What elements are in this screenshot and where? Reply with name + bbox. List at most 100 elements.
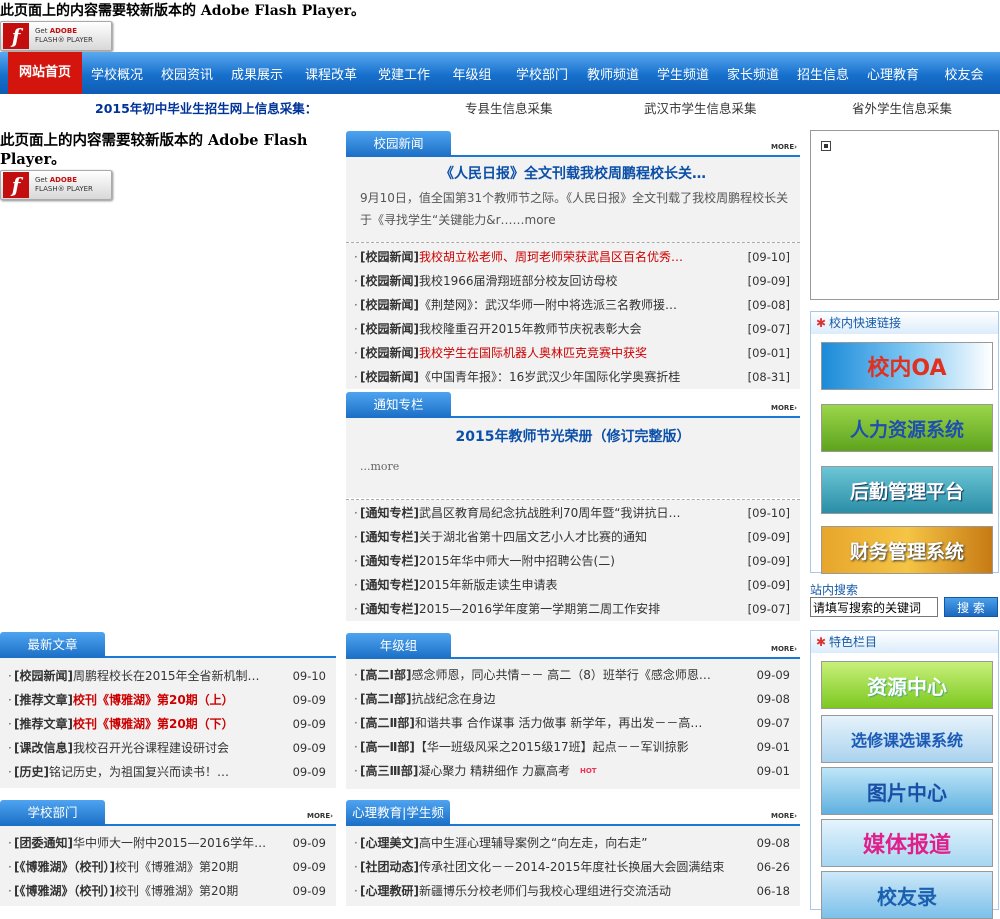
list-item[interactable]: · [心理教研]新疆博乐分校老师们与我校心理组进行交流活动 06-18: [346, 879, 800, 903]
banner-resource-center[interactable]: 资源中心: [821, 661, 993, 709]
list-item[interactable]: · [通知专栏]2015年新版走读生申请表 [09-09]: [346, 573, 800, 597]
item-title[interactable]: 【华一班级风采之2015级17班】起点－－军训掠影: [415, 740, 689, 754]
item-category[interactable]: [校园新闻]: [360, 322, 419, 336]
item-category[interactable]: [心理教研]: [360, 884, 419, 898]
item-title[interactable]: 2015年新版走读生申请表: [419, 578, 558, 592]
list-item[interactable]: · [高二Ⅰ部]感念师恩，同心共情－－ 高二（8）班举行《感念师恩… 09-09: [346, 663, 800, 687]
item-category[interactable]: [高二Ⅱ部]: [360, 716, 415, 730]
item-category[interactable]: [推荐文章]: [14, 693, 73, 707]
item-title[interactable]: 铭记历史，为祖国复兴而读书！…: [49, 765, 229, 779]
item-title[interactable]: 我校胡立松老师、周珂老师荣获武昌区百名优秀…: [419, 250, 683, 264]
item-title[interactable]: 我校召开光谷课程建设研讨会: [73, 741, 229, 755]
tab-notice[interactable]: 通知专栏: [346, 392, 451, 418]
list-item[interactable]: · [高二Ⅰ部]抗战纪念在身边 09-08: [346, 687, 800, 711]
item-category[interactable]: [社团动态]: [360, 860, 419, 874]
list-item[interactable]: · [历史]铭记历史，为祖国复兴而读书！… 09-09: [0, 760, 336, 784]
list-item[interactable]: · [校园新闻]我校1966届滑翔班部分校友回访母校 [09-09]: [346, 269, 800, 293]
item-title[interactable]: 和谐共事 合作谋事 活力做事 新学年，再出发－－高…: [415, 716, 702, 730]
item-category[interactable]: [心理美文]: [360, 836, 419, 850]
list-item[interactable]: · [校园新闻]《荆楚网》：武汉华师一附中将选派三名教师援… [09-08]: [346, 293, 800, 317]
nav-item-psychology[interactable]: 心理教育: [858, 64, 928, 83]
item-title[interactable]: 我校学生在国际机器人奥林匹克竞赛中获奖: [419, 346, 647, 360]
tab-departments[interactable]: 学校部门: [0, 800, 105, 826]
item-title[interactable]: 2015—2016学年度第一学期第二周工作安排: [419, 602, 660, 616]
item-title[interactable]: 校刊《博雅湖》第20期（下）: [73, 717, 234, 731]
item-category[interactable]: [推荐文章]: [14, 717, 73, 731]
nav-item-achievements[interactable]: 成果展示: [222, 64, 292, 83]
item-title[interactable]: 新疆博乐分校老师们与我校心理组进行交流活动: [419, 884, 671, 898]
item-category[interactable]: [通知专栏]: [360, 506, 419, 520]
nav-item-admissions[interactable]: 招生信息: [788, 64, 858, 83]
nav-item-departments[interactable]: 学校部门: [506, 64, 578, 83]
list-item[interactable]: · [校园新闻]我校隆重召开2015年教师节庆祝表彰大会 [09-07]: [346, 317, 800, 341]
item-category[interactable]: [校园新闻]: [360, 370, 419, 384]
list-item[interactable]: · [校园新闻]《中国青年报》：16岁武汉少年国际化学奥赛折桂 [08-31]: [346, 365, 800, 389]
item-category[interactable]: [通知专栏]: [360, 602, 419, 616]
item-category[interactable]: [通知专栏]: [360, 578, 419, 592]
item-category[interactable]: [校园新闻]: [360, 346, 419, 360]
list-item[interactable]: · [课改信息]我校召开光谷课程建设研讨会 09-09: [0, 736, 336, 760]
item-title[interactable]: 凝心聚力 精耕细作 力赢高考: [418, 764, 570, 778]
list-item[interactable]: · [推荐文章]校刊《博雅湖》第20期（上） 09-09: [0, 688, 336, 712]
info-link-county[interactable]: 专县生信息采集: [465, 98, 553, 117]
more-link[interactable]: MORE›: [771, 404, 797, 412]
item-title[interactable]: 关于湖北省第十四届文艺小人才比赛的通知: [419, 530, 647, 544]
notice-headline[interactable]: 2015年教师节光荣册（修订完整版）: [346, 426, 800, 446]
item-category[interactable]: [高二Ⅰ部]: [360, 668, 411, 682]
list-item[interactable]: · [《博雅湖》（校刊）]校刊《博雅湖》第20期 09-09: [0, 879, 336, 903]
item-title[interactable]: 高中生涯心理辅导案例之“向左走，向右走”: [419, 836, 647, 850]
more-link[interactable]: MORE›: [771, 143, 797, 151]
item-title[interactable]: 华中师大一附中2015—2016学年…: [73, 836, 266, 850]
banner-logistics[interactable]: 后勤管理平台: [821, 466, 993, 514]
banner-alumni[interactable]: 校友录: [821, 871, 993, 919]
list-item[interactable]: · [校园新闻]我校学生在国际机器人奥林匹克竞赛中获奖 [09-01]: [346, 341, 800, 365]
item-category[interactable]: [《博雅湖》（校刊）]: [14, 884, 115, 898]
featured-summary[interactable]: 9月10日，值全国第31个教师节之际。《人民日报》全文刊载了我校周鹏程校长关于《…: [346, 183, 800, 231]
list-item[interactable]: · [社团动态]传承社团文化－－2014-2015年度社长换届大会圆满结束 06-2…: [346, 855, 800, 879]
item-category[interactable]: [团委通知]: [14, 836, 73, 850]
item-category[interactable]: [校园新闻]: [360, 298, 419, 312]
item-title[interactable]: 我校隆重召开2015年教师节庆祝表彰大会: [419, 322, 642, 336]
list-item[interactable]: · [《博雅湖》（校刊）]校刊《博雅湖》第20期 09-09: [0, 855, 336, 879]
get-flash-button-left[interactable]: f Get ADOBE FLASH® PLAYER: [0, 170, 112, 200]
list-item[interactable]: · [高三Ⅲ部]凝心聚力 精耕细作 力赢高考 HOT 09-01: [346, 759, 800, 783]
nav-item-curriculum-reform[interactable]: 课程改革: [292, 64, 370, 83]
item-category[interactable]: [历史]: [14, 765, 49, 779]
list-item[interactable]: · [推荐文章]校刊《博雅湖》第20期（下） 09-09: [0, 712, 336, 736]
item-title[interactable]: 抗战纪念在身边: [411, 692, 495, 706]
banner-photo-center[interactable]: 图片中心: [821, 767, 993, 815]
banner-oa[interactable]: 校内OA: [821, 342, 993, 390]
info-link-outside-province[interactable]: 省外学生信息采集: [852, 98, 952, 117]
item-category[interactable]: [高二Ⅰ部]: [360, 692, 411, 706]
tab-latest[interactable]: 最新文章: [0, 632, 105, 658]
banner-elective-system[interactable]: 选修课选课系统: [821, 715, 993, 763]
list-item[interactable]: · [团委通知]华中师大一附中2015—2016学年… 09-09: [0, 831, 336, 855]
tab-psychology[interactable]: 心理教育|学生频道: [346, 800, 450, 846]
item-title[interactable]: 《荆楚网》：武汉华师一附中将选派三名教师援…: [419, 298, 677, 312]
more-link[interactable]: MORE›: [771, 812, 797, 820]
banner-finance[interactable]: 财务管理系统: [821, 526, 993, 574]
more-link[interactable]: MORE›: [307, 812, 333, 820]
item-title[interactable]: 《中国青年报》：16岁武汉少年国际化学奥赛折桂: [419, 370, 680, 384]
banner-media-reports[interactable]: 媒体报道: [821, 819, 993, 867]
nav-item-campus-news[interactable]: 校园资讯: [152, 64, 222, 83]
list-item[interactable]: · [通知专栏]2015年华中师大一附中招聘公告(二) [09-09]: [346, 549, 800, 573]
item-title[interactable]: 周鹏程校长在2015年全省新机制…: [73, 669, 260, 683]
tab-grade[interactable]: 年级组: [346, 633, 451, 659]
featured-headline[interactable]: 《人民日报》全文刊载我校周鹏程校长关…: [346, 163, 800, 183]
list-item[interactable]: · [高二Ⅱ部]和谐共事 合作谋事 活力做事 新学年，再出发－－高… 09-07: [346, 711, 800, 735]
list-item[interactable]: · [通知专栏]关于湖北省第十四届文艺小人才比赛的通知 [09-09]: [346, 525, 800, 549]
item-category[interactable]: [校园新闻]: [360, 250, 419, 264]
item-title[interactable]: 感念师恩，同心共情－－ 高二（8）班举行《感念师恩…: [411, 668, 710, 682]
nav-item-parents[interactable]: 家长频道: [718, 64, 788, 83]
nav-item-students[interactable]: 学生频道: [648, 64, 718, 83]
search-input[interactable]: [810, 597, 938, 617]
item-category[interactable]: [通知专栏]: [360, 554, 419, 568]
nav-item-alumni[interactable]: 校友会: [928, 64, 1000, 83]
item-category[interactable]: [高一Ⅱ部]: [360, 740, 415, 754]
nav-item-teachers[interactable]: 教师频道: [578, 64, 648, 83]
list-item[interactable]: · [通知专栏]2015—2016学年度第一学期第二周工作安排 [09-07]: [346, 597, 800, 621]
list-item[interactable]: · [校园新闻]周鹏程校长在2015年全省新机制… 09-10: [0, 664, 336, 688]
banner-hr-system[interactable]: 人力资源系统: [821, 404, 993, 452]
nav-item-home[interactable]: 网站首页: [8, 52, 82, 94]
